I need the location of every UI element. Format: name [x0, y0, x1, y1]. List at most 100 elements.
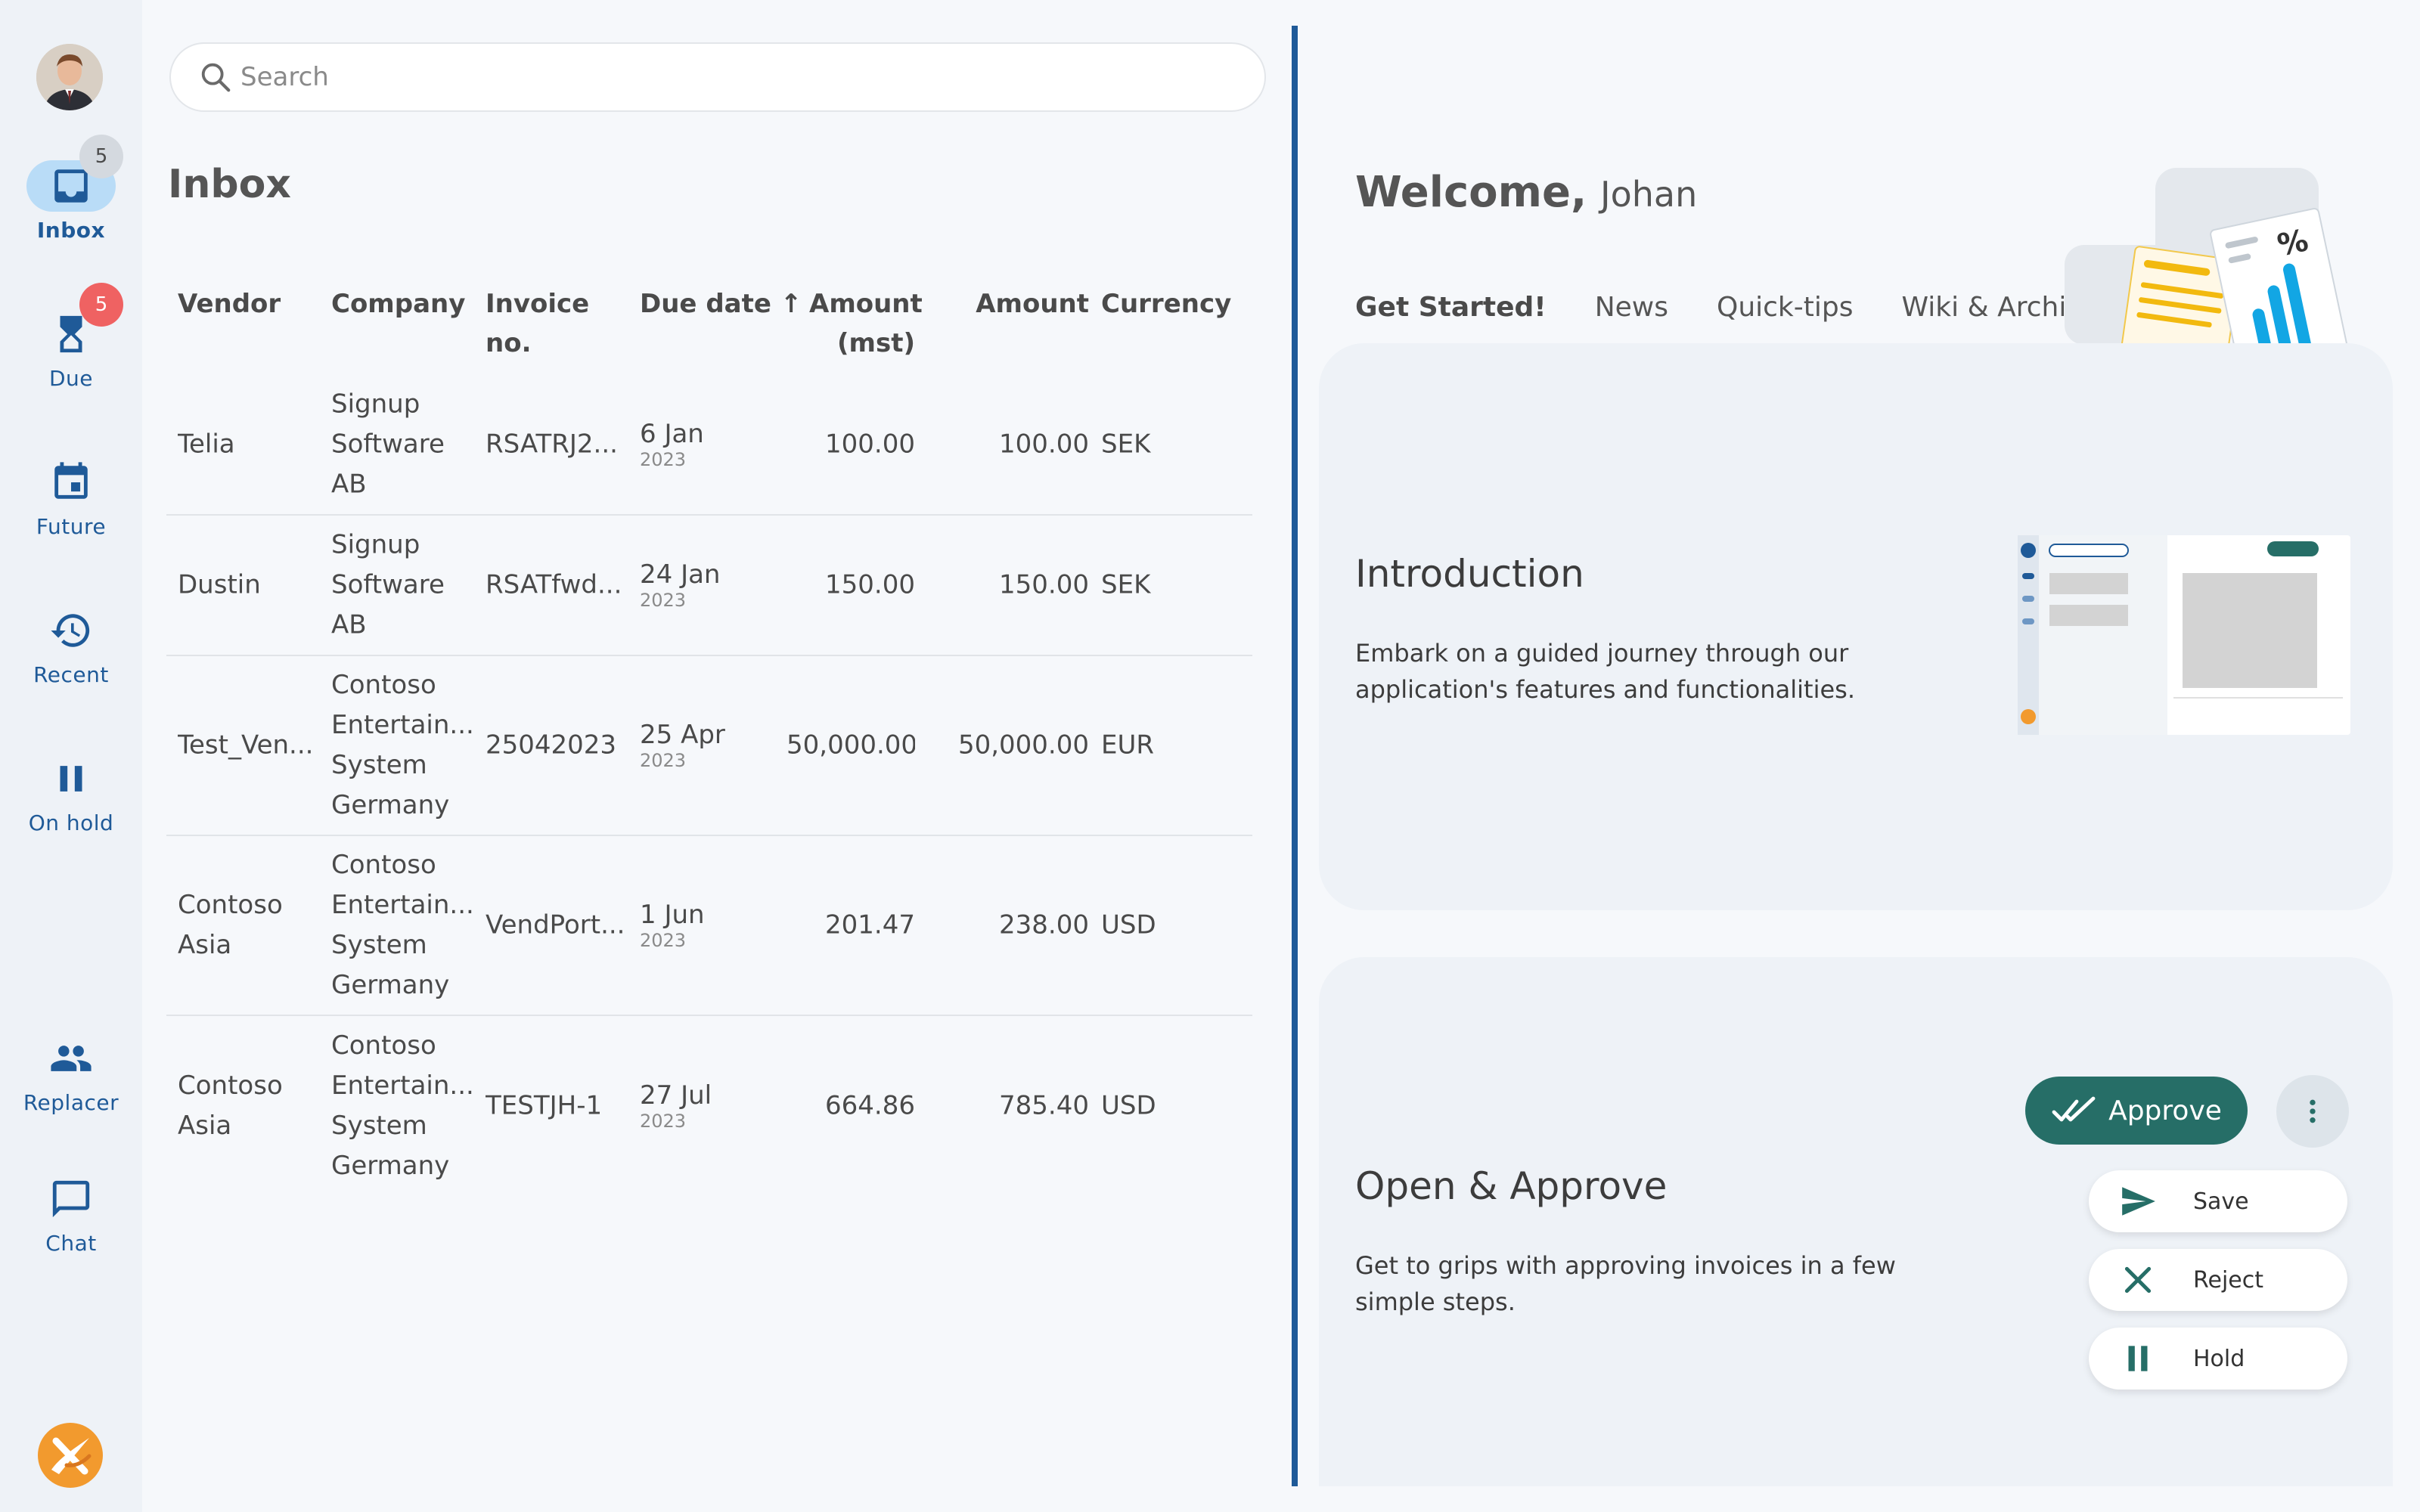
- table-row[interactable]: Test_Ven... Contoso Entertain... System …: [166, 656, 1252, 836]
- people-icon: [51, 1046, 92, 1071]
- cell-vendor: Dustin: [178, 565, 321, 606]
- cell-amount-mst: 50,000.00: [786, 730, 915, 761]
- open-approve-title: Open & Approve: [1355, 1164, 1668, 1208]
- introduction-card[interactable]: Introduction Embark on a guided journey …: [1319, 343, 2393, 910]
- sidebar-item-label: Due: [48, 366, 94, 391]
- cell-vendor: Telia: [178, 425, 321, 465]
- company-line: Software: [331, 429, 445, 460]
- welcome-tabs: Get Started! News Quick-tips Wiki & Arch…: [1355, 292, 2099, 323]
- tab-quick-tips[interactable]: Quick-tips: [1717, 292, 1854, 323]
- column-header-vendor[interactable]: Vendor: [178, 284, 281, 324]
- sidebar-item-label: Inbox: [36, 218, 106, 243]
- cell-amount: 100.00: [999, 429, 1089, 460]
- sidebar-item-recent[interactable]: Recent: [0, 605, 142, 718]
- cell-due-date: 1 Jun 2023: [640, 900, 791, 951]
- cell-amount-mst: 150.00: [825, 569, 915, 600]
- cell-company: Contoso Entertain... System Germany: [331, 1026, 475, 1186]
- company-line: Contoso: [331, 850, 436, 880]
- recent-icon-wrap: [26, 605, 116, 656]
- inbox-icon-wrap: 5: [26, 135, 123, 212]
- table-row[interactable]: Contoso Asia Contoso Entertain... System…: [166, 836, 1252, 1016]
- company-line: Entertain...: [331, 710, 474, 740]
- open-approve-card[interactable]: Open & Approve Get to grips with approvi…: [1319, 957, 2393, 1486]
- tab-news[interactable]: News: [1595, 292, 1668, 323]
- cell-invoice-no: RSATfwd...: [486, 569, 622, 600]
- due-date-year: 2023: [640, 930, 687, 951]
- cell-currency: USD: [1101, 1090, 1156, 1121]
- vendor-line: Contoso: [178, 890, 283, 920]
- pause-icon: [60, 766, 82, 792]
- chat-icon-wrap: [26, 1173, 116, 1225]
- cell-currency: USD: [1101, 909, 1156, 940]
- pause-icon: [2128, 1346, 2148, 1371]
- column-header-due-date[interactable]: Due date ↑: [640, 284, 802, 324]
- cell-amount-mst: 664.86: [825, 1090, 915, 1121]
- search-bar[interactable]: [169, 42, 1266, 112]
- panel-resize-divider[interactable]: [1292, 26, 1298, 1486]
- cell-amount-mst: 201.47: [825, 909, 915, 940]
- due-date-year: 2023: [640, 750, 687, 771]
- cell-due-date: 27 Jul 2023: [640, 1080, 791, 1132]
- sidebar-item-due[interactable]: 5 Due: [0, 283, 142, 422]
- future-icon-wrap: [26, 457, 116, 508]
- cell-currency: SEK: [1101, 569, 1151, 600]
- cell-currency: SEK: [1101, 429, 1151, 460]
- column-header-amount-mst[interactable]: Amount (mst): [809, 284, 923, 363]
- app-preview-illustration-icon: [2018, 535, 2350, 735]
- introduction-description: Embark on a guided journey through our a…: [1355, 639, 1855, 704]
- introduction-title: Introduction: [1355, 552, 1584, 596]
- column-header-label: Amount: [809, 289, 923, 319]
- due-count-badge: 5: [79, 283, 123, 327]
- sidebar-item-future[interactable]: Future: [0, 457, 142, 570]
- user-avatar[interactable]: [36, 44, 103, 110]
- due-date-day: 27 Jul: [640, 1080, 712, 1111]
- due-date-day: 1 Jun: [640, 900, 705, 930]
- save-label: Save: [2193, 1188, 2249, 1215]
- app-logo-icon[interactable]: [36, 1421, 104, 1489]
- column-header-company[interactable]: Company: [331, 284, 465, 324]
- more-options-button[interactable]: [2276, 1075, 2349, 1148]
- cell-invoice-no: TESTJH-1: [486, 1090, 603, 1121]
- table-row[interactable]: Telia Signup Software AB RSATRJ2... 6 Ja…: [166, 375, 1252, 516]
- double-check-icon: [2052, 1096, 2096, 1122]
- table-header: Vendor Company Invoice no. Due date ↑ Am…: [166, 284, 1252, 375]
- cell-company: Contoso Entertain... System Germany: [331, 845, 475, 1005]
- reject-button[interactable]: Reject: [2089, 1249, 2347, 1311]
- table-row[interactable]: Dustin Signup Software AB RSATfwd... 24 …: [166, 516, 1252, 656]
- open-approve-description: Get to grips with approving invoices in …: [1355, 1251, 1896, 1316]
- cell-invoice-no: VendPort...: [486, 909, 625, 940]
- cell-due-date: 24 Jan 2023: [640, 559, 791, 611]
- send-icon: [2122, 1187, 2155, 1216]
- cell-amount: 50,000.00: [957, 730, 1089, 761]
- sidebar-item-label: On hold: [28, 810, 114, 835]
- company-line: Contoso: [331, 1030, 436, 1061]
- approve-button[interactable]: Approve: [2025, 1077, 2248, 1145]
- cell-vendor: Contoso Asia: [178, 885, 321, 965]
- hold-button[interactable]: Hold: [2089, 1328, 2347, 1390]
- table-row[interactable]: Contoso Asia Contoso Entertain... System…: [166, 1016, 1252, 1196]
- sidebar-item-on-hold[interactable]: On hold: [0, 753, 142, 866]
- approve-label: Approve: [2108, 1095, 2222, 1126]
- tab-get-started[interactable]: Get Started!: [1355, 292, 1547, 323]
- sidebar-item-replacer[interactable]: Replacer: [0, 1033, 142, 1146]
- save-button[interactable]: Save: [2089, 1170, 2347, 1232]
- due-date-day: 24 Jan: [640, 559, 721, 590]
- sidebar-item-chat[interactable]: Chat: [0, 1173, 142, 1287]
- documents-illustration-icon: %: [2065, 168, 2348, 345]
- sidebar: 5 Inbox 5 Due Future Recent On hold Repl…: [0, 0, 142, 1512]
- hold-label: Hold: [2193, 1345, 2245, 1372]
- cell-vendor: Contoso Asia: [178, 1066, 321, 1146]
- column-header-currency[interactable]: Currency: [1101, 284, 1231, 324]
- search-input[interactable]: [240, 62, 1224, 92]
- inbox-count-badge: 5: [79, 135, 123, 178]
- vendor-line: Test_Ven...: [178, 730, 314, 761]
- column-header-amount[interactable]: Amount: [923, 284, 1089, 324]
- column-header-label: Invoice: [486, 289, 590, 319]
- due-date-day: 6 Jan: [640, 419, 704, 449]
- cell-amount: 238.00: [999, 909, 1089, 940]
- cell-currency: EUR: [1101, 730, 1154, 761]
- column-header-invoice-no[interactable]: Invoice no.: [486, 284, 589, 363]
- sidebar-item-inbox[interactable]: 5 Inbox: [0, 135, 142, 274]
- company-line: Software: [331, 569, 445, 600]
- company-line: AB: [331, 469, 367, 500]
